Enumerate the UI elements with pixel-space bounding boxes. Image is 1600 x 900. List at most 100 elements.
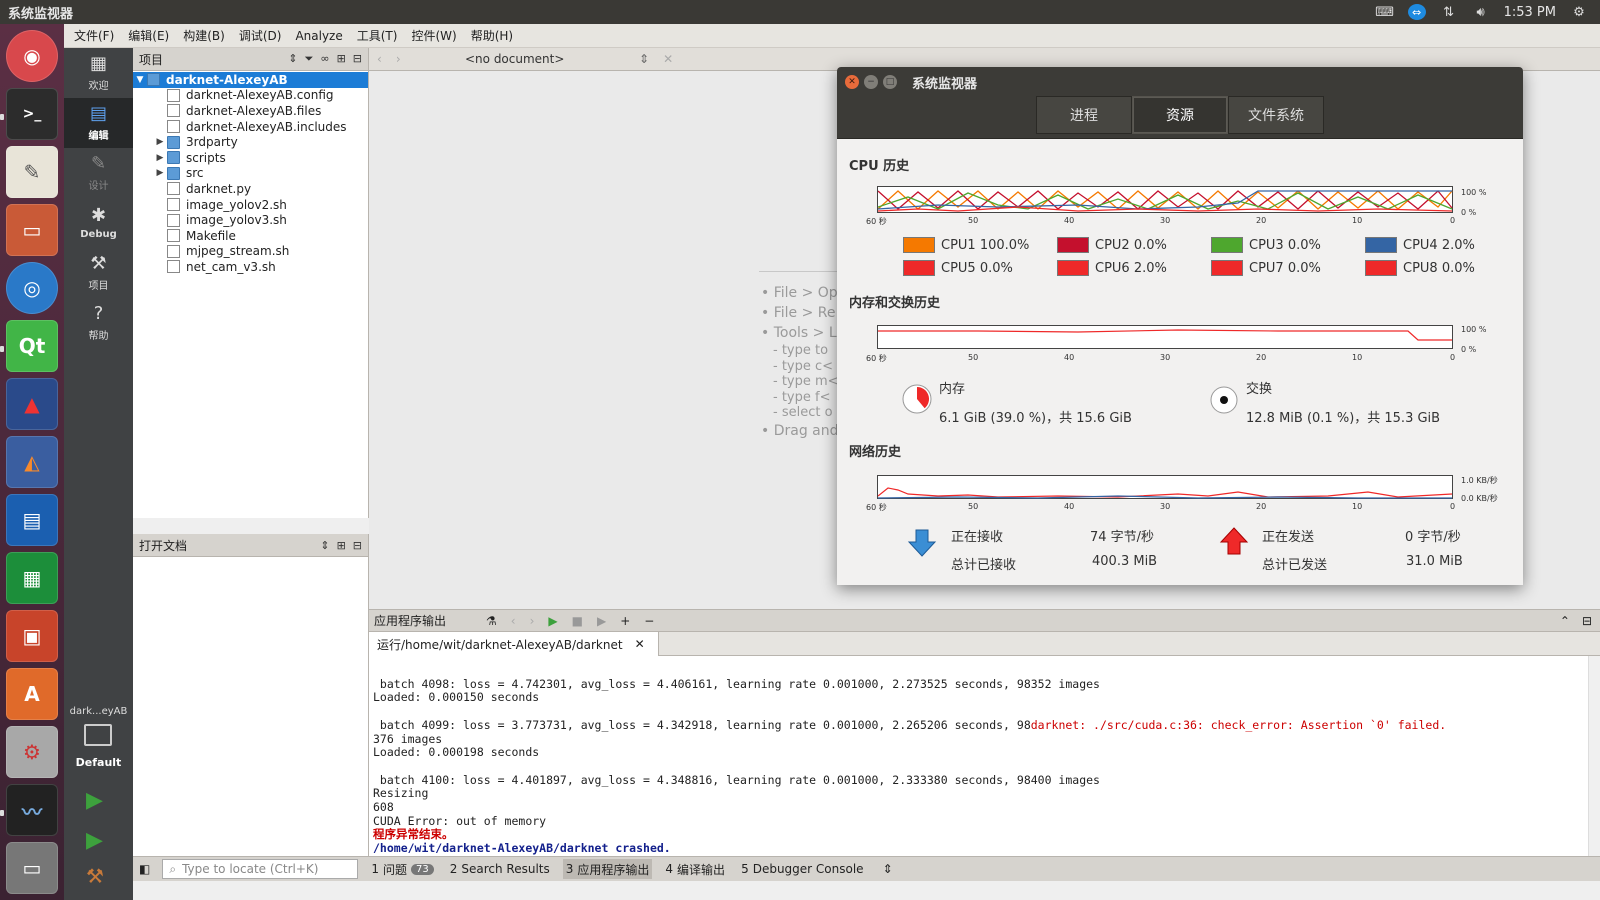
cpu-color-swatch[interactable]: [1365, 237, 1397, 253]
sysmon-titlebar[interactable]: ✕ − □ 系统监视器: [837, 67, 1523, 97]
tree-file[interactable]: mjpeg_stream.sh: [133, 244, 368, 260]
tree-file[interactable]: image_yolov3.sh: [133, 212, 368, 228]
cpu-color-swatch[interactable]: [903, 237, 935, 253]
close-document-icon[interactable]: ✕: [663, 52, 673, 66]
prev-icon[interactable]: ‹: [511, 614, 516, 628]
tab-file-systems[interactable]: 文件系统: [1228, 96, 1324, 134]
tree-folder[interactable]: ▶ scripts: [133, 150, 368, 166]
tab-application-output[interactable]: 3 应用程序输出: [562, 859, 653, 879]
collapse-arrow-icon[interactable]: ▶: [153, 168, 167, 178]
system-monitor-icon[interactable]: 〰: [6, 784, 58, 836]
clock[interactable]: 1:53 PM: [1504, 5, 1556, 20]
software-center-icon[interactable]: A: [6, 668, 58, 720]
locator-input[interactable]: ⌕ Type to locate (Ctrl+K): [162, 859, 359, 879]
tree-file[interactable]: darknet-AlexeyAB.config: [133, 88, 368, 104]
back-icon[interactable]: ‹: [377, 52, 382, 66]
menu-edit[interactable]: 编辑(E): [128, 27, 169, 44]
close-panel-icon[interactable]: ⊟: [353, 52, 362, 66]
mode-design[interactable]: ✎ 设计: [64, 148, 133, 198]
cpu-legend-item[interactable]: CPU5 0.0%: [903, 260, 1013, 276]
maximize-pane-icon[interactable]: ⌃: [1560, 614, 1570, 628]
cpu-color-swatch[interactable]: [1057, 260, 1089, 276]
stop-icon[interactable]: ■: [572, 614, 583, 628]
debug-attach-icon[interactable]: ▶: [597, 614, 606, 628]
volume-icon[interactable]: 🔊︎: [1472, 4, 1490, 20]
minimize-window-icon[interactable]: −: [864, 75, 878, 89]
cpu-legend-item[interactable]: CPU8 0.0%: [1365, 260, 1475, 276]
mode-edit[interactable]: ▤ 编辑: [64, 98, 133, 148]
tree-file[interactable]: net_cam_v3.sh: [133, 259, 368, 275]
output-scrollbar[interactable]: [1588, 656, 1600, 856]
mode-help[interactable]: ? 帮助: [64, 298, 133, 348]
tree-file[interactable]: darknet.py: [133, 181, 368, 197]
collapse-arrow-icon[interactable]: ▶: [153, 137, 167, 147]
chromium-icon[interactable]: ◎: [6, 262, 58, 314]
close-pane-icon[interactable]: ⊟: [1582, 614, 1592, 628]
keyboard-icon[interactable]: ⌨: [1375, 4, 1394, 20]
split-icon[interactable]: ⊞: [337, 539, 346, 552]
cpu-legend-item[interactable]: CPU6 2.0%: [1057, 260, 1167, 276]
attach-icon[interactable]: ⚗: [486, 614, 497, 628]
forward-icon[interactable]: ›: [396, 52, 401, 66]
more-panes-icon[interactable]: ⇕: [883, 862, 893, 876]
mode-debug[interactable]: ✱ Debug: [64, 198, 133, 248]
tree-file[interactable]: darknet-AlexeyAB.files: [133, 103, 368, 119]
build-hammer-icon[interactable]: ⚒: [86, 864, 104, 888]
files-icon[interactable]: ▭: [6, 204, 58, 256]
filter-icon[interactable]: ⏷: [305, 52, 314, 66]
cpu-color-swatch[interactable]: [1211, 237, 1243, 253]
system-settings-icon[interactable]: ⚙: [6, 726, 58, 778]
application-output[interactable]: batch 4098: loss = 4.742301, avg_loss = …: [369, 656, 1600, 856]
settings-gear-icon[interactable]: ⚙: [1570, 4, 1588, 20]
cpu-color-swatch[interactable]: [1057, 237, 1089, 253]
menu-build[interactable]: 构建(B): [183, 27, 225, 44]
impress-icon[interactable]: ▣: [6, 610, 58, 662]
tree-file[interactable]: darknet-AlexeyAB.includes: [133, 119, 368, 135]
matlab-icon[interactable]: ◭: [6, 436, 58, 488]
tab-issues[interactable]: 1 问题 73: [368, 859, 436, 879]
mode-welcome[interactable]: ▦ 欢迎: [64, 48, 133, 98]
tree-file[interactable]: Makefile: [133, 228, 368, 244]
tree-file[interactable]: image_yolov2.sh: [133, 197, 368, 213]
ubuntu-logo-icon[interactable]: ◉: [6, 30, 58, 82]
close-tab-icon[interactable]: ✕: [635, 637, 645, 651]
rerun-icon[interactable]: ▶: [548, 614, 557, 628]
output-run-tab[interactable]: 运行/home/wit/darknet-AlexeyAB/darknet ✕: [369, 632, 659, 656]
cpu-color-swatch[interactable]: [1211, 260, 1243, 276]
cpu-legend-item[interactable]: CPU2 0.0%: [1057, 237, 1167, 253]
cpu-color-swatch[interactable]: [1365, 260, 1397, 276]
mode-projects[interactable]: ⚒ 项目: [64, 248, 133, 298]
next-icon[interactable]: ›: [530, 614, 535, 628]
expand-arrow-icon[interactable]: ▼: [133, 75, 147, 85]
writer-icon[interactable]: ▤: [6, 494, 58, 546]
sort-icon[interactable]: ⇕: [288, 52, 297, 66]
cpu-legend-item[interactable]: CPU3 0.0%: [1211, 237, 1321, 253]
menu-widgets[interactable]: 控件(W): [411, 27, 456, 44]
cmake-icon[interactable]: ▲: [6, 378, 58, 430]
maximize-window-icon[interactable]: □: [883, 75, 897, 89]
split-icon[interactable]: ⊞: [337, 52, 346, 66]
close-panel-icon[interactable]: ⊟: [353, 539, 362, 552]
tab-debugger-console[interactable]: 5 Debugger Console: [738, 859, 867, 879]
kit-project-label[interactable]: dark...eyAB: [64, 706, 133, 717]
debug-run-icon[interactable]: ▶: [86, 828, 103, 853]
tab-search-results[interactable]: 2 Search Results: [447, 859, 553, 879]
tab-compile-output[interactable]: 4 编译输出: [662, 859, 728, 879]
monitor-icon[interactable]: [84, 724, 112, 746]
menu-analyze[interactable]: Analyze: [295, 29, 342, 43]
cpu-legend-item[interactable]: CPU7 0.0%: [1211, 260, 1321, 276]
toggle-sidebar-icon[interactable]: ◧: [139, 862, 150, 876]
menu-tools[interactable]: 工具(T): [357, 27, 398, 44]
zoom-out-icon[interactable]: −: [644, 614, 654, 628]
menu-file[interactable]: 文件(F): [74, 27, 114, 44]
qt-creator-icon[interactable]: Qt: [6, 320, 58, 372]
cpu-legend-item[interactable]: CPU1 100.0%: [903, 237, 1029, 253]
cpu-color-swatch[interactable]: [903, 260, 935, 276]
document-dropdown-icon[interactable]: ⇕: [639, 52, 649, 66]
tree-root-project[interactable]: ▼ darknet-AlexeyAB: [133, 72, 368, 88]
tree-folder[interactable]: ▶ src: [133, 166, 368, 182]
tree-folder[interactable]: ▶ 3rdparty: [133, 134, 368, 150]
text-editor-icon[interactable]: ✎: [6, 146, 58, 198]
terminal-icon[interactable]: >_: [6, 88, 58, 140]
menu-help[interactable]: 帮助(H): [471, 27, 513, 44]
